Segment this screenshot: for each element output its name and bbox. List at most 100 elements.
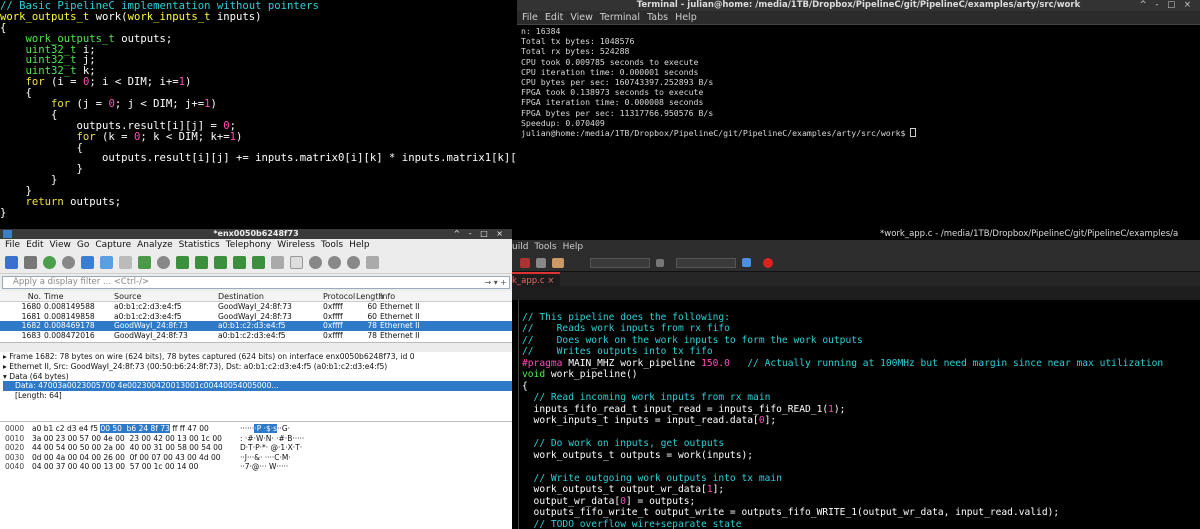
menu-item-file[interactable]: File [522, 12, 538, 23]
menu-item-analyze[interactable]: Analyze [137, 240, 172, 250]
editor-code-area[interactable]: // This pipeline does the following:// R… [512, 300, 1200, 529]
menu-item-statistics[interactable]: Statistics [179, 240, 220, 250]
menu-item-uild[interactable]: uild [512, 242, 528, 252]
packet-bytes-pane[interactable]: 0000 a0 b1 c2 d3 e4 f5 00 50 b6 24 8f 73 … [0, 422, 512, 529]
open-file-icon[interactable] [81, 256, 94, 269]
menu-item-edit[interactable]: Edit [545, 12, 563, 23]
hex-bytes[interactable]: 44 00 54 00 50 00 2a 00 40 00 31 00 58 0… [32, 443, 240, 453]
zoom-reset-icon[interactable] [347, 256, 360, 269]
hex-offset: 0000 [5, 424, 25, 433]
menu-item-help[interactable]: Help [675, 12, 697, 23]
hex-ascii[interactable]: ··J···&· ····C·M· [240, 453, 320, 463]
autoscroll-icon[interactable] [271, 256, 284, 269]
menu-item-help[interactable]: Help [349, 240, 370, 250]
code-editor-top-left[interactable]: // Basic PipelineC implementation withou… [0, 0, 515, 229]
last-packet-icon[interactable] [252, 256, 265, 269]
menu-item-tools[interactable]: Tools [534, 242, 556, 252]
menu-item-edit[interactable]: Edit [26, 240, 43, 250]
details-length-line[interactable]: [Length: 64] [3, 391, 512, 401]
code-line: // Read incoming work inputs from rx mai… [512, 392, 1200, 404]
packet-list-header[interactable]: No. Time Source Destination Protocol Length In… [0, 291, 512, 302]
code-token: // TODO overflow wire+separate state [522, 518, 742, 529]
stop-capture-icon[interactable] [24, 256, 37, 269]
column-header-source[interactable]: Source [114, 291, 218, 301]
go-to-packet-icon[interactable] [214, 256, 227, 269]
menu-item-go[interactable]: Go [77, 240, 89, 250]
menu-item-view[interactable]: View [50, 240, 71, 250]
display-filter-input[interactable]: Apply a display filter ... <Ctrl-/> → ▾ … [2, 276, 510, 289]
hex-ascii[interactable]: D·T·P·*· @·1·X·T· [240, 443, 320, 453]
packet-details[interactable]: ▸ Frame 1682: 78 bytes on wire (624 bits… [0, 352, 512, 422]
capture-options-icon[interactable] [62, 256, 75, 269]
details-tree-item[interactable]: ▸ Ethernet II, Src: GoodWayI_24:8f:73 (0… [3, 362, 512, 372]
go-forward-icon[interactable] [195, 256, 208, 269]
details-tree-item[interactable]: ▸ Frame 1682: 78 bytes on wire (624 bits… [3, 352, 512, 362]
save-file-icon[interactable] [100, 256, 113, 269]
terminal-title-bar[interactable]: Terminal - julian@home: /media/1TB/Dropb… [517, 0, 1200, 11]
quit-icon[interactable] [763, 257, 773, 268]
first-packet-icon[interactable] [233, 256, 246, 269]
search-input[interactable] [590, 257, 650, 268]
hex-ascii[interactable]: : ·#·W·N· ·#·B····· [240, 434, 320, 444]
tab-work-app[interactable]: k_app.c × [512, 272, 561, 288]
table-row[interactable]: 1680 0.008149588 a0:b1:c2:d3:e4:f5 GoodWayI… [0, 302, 512, 312]
packet-list[interactable]: No. Time Source Destination Protocol Length In… [0, 291, 512, 343]
menu-item-view[interactable]: View [570, 12, 593, 23]
menu-item-file[interactable]: File [5, 240, 20, 250]
restart-capture-icon[interactable] [43, 256, 56, 269]
jump-icon[interactable] [742, 258, 751, 267]
menu-item-capture[interactable]: Capture [95, 240, 131, 250]
hex-ascii[interactable]: ··7·@··· W····· [240, 462, 320, 472]
hex-bytes[interactable]: 3a 00 23 00 57 00 4e 00 23 00 42 00 13 0… [32, 434, 240, 444]
close-file-icon[interactable] [119, 256, 132, 269]
hex-ascii[interactable]: ·······P ·$·s··G· [240, 424, 320, 434]
menu-item-telephony[interactable]: Telephony [226, 240, 272, 250]
wireshark-window[interactable]: *enx0050b6248f73 ^ - □ × File Edit View Go C… [0, 229, 512, 529]
table-row[interactable]: 1682 0.008469178 GoodWayI_24:8f:73 a0:b1:c2… [0, 321, 512, 331]
column-header-protocol[interactable]: Protocol [323, 291, 356, 301]
colorize-icon[interactable] [290, 256, 303, 269]
resize-columns-icon[interactable] [366, 256, 379, 269]
zoom-in-icon[interactable] [309, 256, 322, 269]
window-controls[interactable]: ^ - □ × [454, 229, 506, 239]
wireshark-title-bar[interactable]: *enx0050b6248f73 ^ - □ × [0, 229, 512, 239]
search-clear-icon[interactable] [656, 258, 664, 267]
editor-title-bar[interactable]: *work_app.c - /media/1TB/Dropbox/Pipelin… [512, 229, 1200, 240]
details-data-line[interactable]: Data: 47003a0023005700 4e002300420013001… [3, 381, 512, 392]
zoom-out-icon[interactable] [328, 256, 341, 269]
hex-bytes[interactable]: 0d 00 4a 00 04 00 26 00 0f 00 07 00 43 0… [32, 453, 240, 463]
menu-item-tools[interactable]: Tools [321, 240, 343, 250]
hex-bytes[interactable]: a0 b1 c2 d3 e4 f5 00 50 b6 24 8f 73 ff f… [32, 424, 240, 434]
find-packet-icon[interactable] [157, 256, 170, 269]
column-header-no[interactable]: No. [0, 291, 44, 301]
column-header-destination[interactable]: Destination [218, 291, 323, 301]
reload-icon[interactable] [138, 256, 151, 269]
window-controls[interactable]: ^ - □ × [1140, 0, 1194, 11]
terminal-prompt-line[interactable]: julian@home:/media/1TB/Dropbox/PipelineC… [521, 128, 1196, 138]
menu-item-tabs[interactable]: Tabs [647, 12, 668, 23]
menu-item-help[interactable]: Help [563, 242, 584, 252]
hex-bytes[interactable]: 04 00 37 00 40 00 13 00 57 00 1c 00 14 0… [32, 462, 240, 472]
code-editor-window[interactable]: *work_app.c - /media/1TB/Dropbox/Pipelin… [512, 229, 1200, 529]
color-picker-icon[interactable] [552, 257, 564, 268]
menu-item-terminal[interactable]: Terminal [600, 12, 640, 23]
column-header-info[interactable]: Info [380, 291, 500, 301]
terminal-window[interactable]: Terminal - julian@home: /media/1TB/Dropb… [517, 0, 1200, 229]
go-back-icon[interactable] [176, 256, 189, 269]
column-header-time[interactable]: Time [44, 291, 114, 301]
code-line: output_wr_data[0] = outputs; [512, 496, 1200, 508]
table-row[interactable]: 1681 0.008149858 a0:b1:c2:d3:e4:f5 GoodWayI… [0, 312, 512, 322]
code-token: work_outputs_t [0, 10, 90, 23]
settings-icon[interactable] [536, 257, 546, 268]
table-row[interactable]: 1683 0.008472016 GoodWayI_24:8f:73 a0:b1:c2… [0, 331, 512, 341]
build-icon[interactable] [520, 257, 530, 268]
column-header-length[interactable]: Length [356, 291, 384, 301]
terminal-menu-bar: File Edit View Terminal Tabs Help [517, 11, 1200, 25]
shark-fin-start-icon[interactable] [5, 256, 18, 269]
menu-item-wireless[interactable]: Wireless [277, 240, 315, 250]
details-tree-item[interactable]: ▾ Data (64 bytes) [3, 372, 512, 382]
filter-apply-arrow-icon[interactable]: → ▾ + [484, 277, 507, 288]
goto-line-input[interactable] [676, 257, 736, 268]
packet-cell: 0.008149588 [44, 302, 95, 311]
terminal-output[interactable]: n: 16384 Total tx bytes: 1048576 Total rx … [517, 25, 1200, 139]
